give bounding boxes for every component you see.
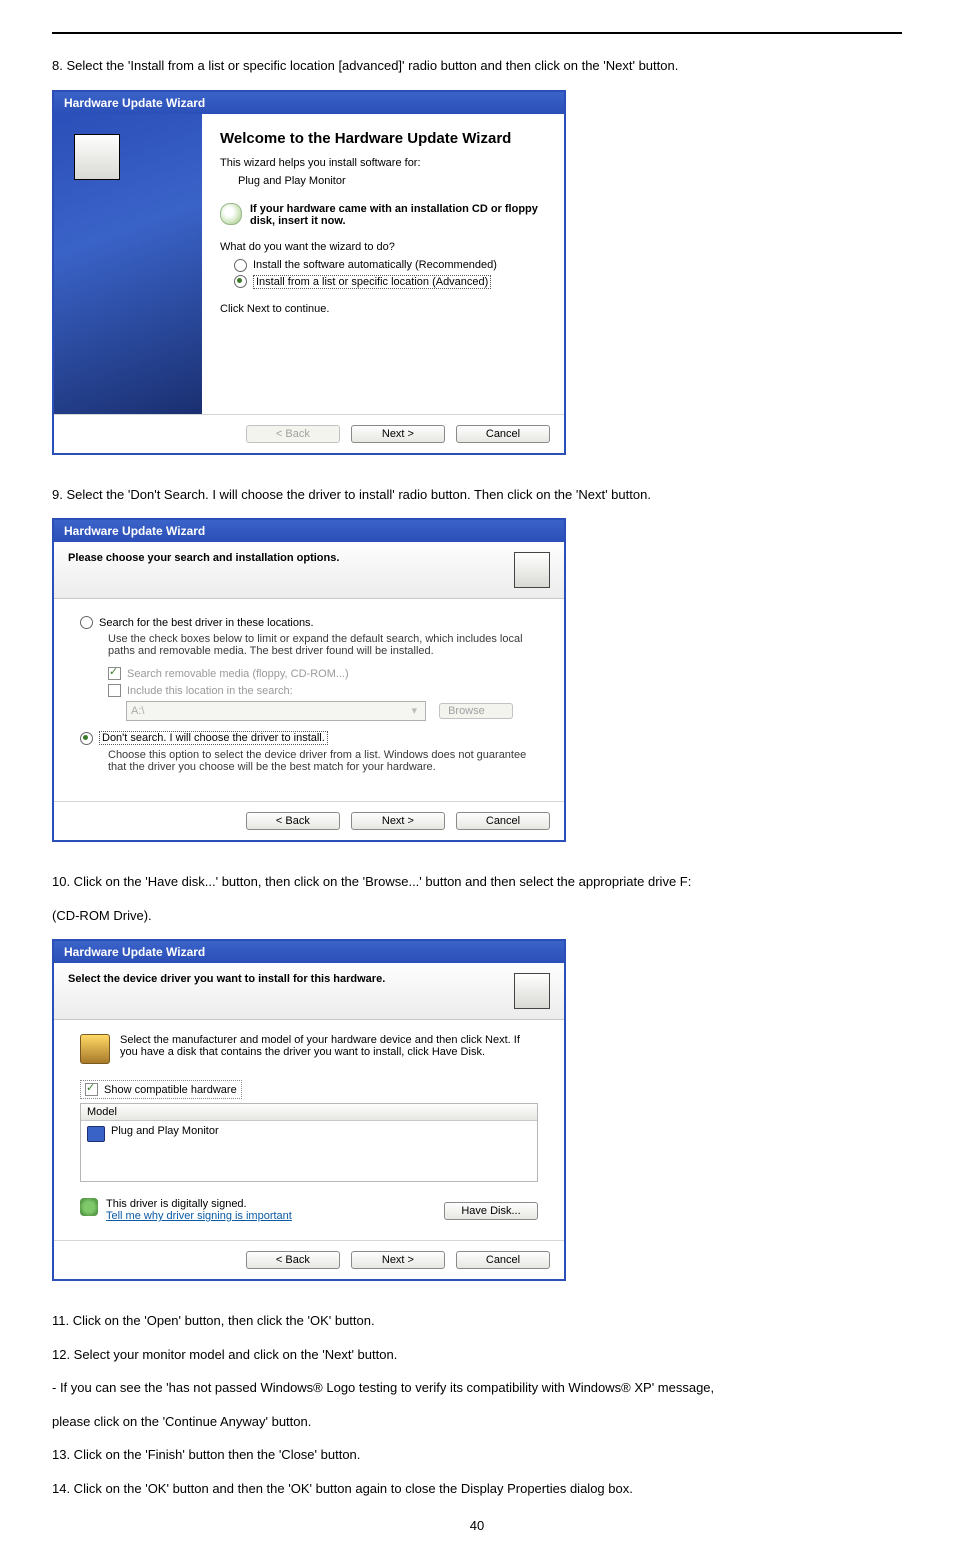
radio-search-best[interactable]: Search for the best driver in these loca… bbox=[80, 616, 538, 629]
hardware-wizard-dialog-2: Hardware Update Wizard Please choose you… bbox=[52, 518, 566, 842]
next-button[interactable]: Next > bbox=[351, 425, 445, 443]
have-disk-button[interactable]: Have Disk... bbox=[444, 1202, 538, 1220]
model-list: Model Plug and Play Monitor bbox=[80, 1103, 538, 1182]
back-button[interactable]: < Back bbox=[246, 812, 340, 830]
wizard-heading: Welcome to the Hardware Update Wizard bbox=[220, 130, 546, 147]
step-13: 13. Click on the 'Finish' button then th… bbox=[52, 1445, 902, 1465]
next-button[interactable]: Next > bbox=[351, 812, 445, 830]
step-11: 11. Click on the 'Open' button, then cli… bbox=[52, 1311, 902, 1331]
wizard-note: If your hardware came with an installati… bbox=[250, 203, 546, 227]
cancel-button[interactable]: Cancel bbox=[456, 425, 550, 443]
wizard-line-1: This wizard helps you install software f… bbox=[220, 157, 546, 169]
wizard-device-name: Plug and Play Monitor bbox=[220, 175, 546, 187]
top-rule bbox=[52, 32, 902, 34]
wizard-icon bbox=[514, 552, 550, 588]
hardware-icon bbox=[80, 1034, 110, 1064]
hardware-wizard-dialog-3: Hardware Update Wizard Select the device… bbox=[52, 939, 566, 1281]
driver-signed-text: This driver is digitally signed. bbox=[106, 1198, 292, 1210]
step-12: 12. Select your monitor model and click … bbox=[52, 1345, 902, 1365]
model-column-header: Model bbox=[81, 1104, 537, 1121]
step-14: 14. Click on the 'OK' button and then th… bbox=[52, 1479, 902, 1499]
browse-button: Browse bbox=[439, 703, 513, 719]
back-button: < Back bbox=[246, 425, 340, 443]
checkbox-removable-label: Search removable media (floppy, CD-ROM..… bbox=[127, 668, 349, 680]
radio-dont-search[interactable]: Don't search. I will choose the driver t… bbox=[80, 731, 538, 745]
model-list-item-label: Plug and Play Monitor bbox=[111, 1125, 219, 1137]
wizard-icon bbox=[74, 134, 120, 180]
radio-list-location-label: Install from a list or specific location… bbox=[253, 275, 491, 289]
step-10a: 10. Click on the 'Have disk...' button, … bbox=[52, 872, 902, 892]
search-best-help: Use the check boxes below to limit or ex… bbox=[108, 633, 538, 657]
radio-on-icon bbox=[80, 732, 93, 745]
wizard-icon bbox=[514, 973, 550, 1009]
cancel-button[interactable]: Cancel bbox=[456, 1251, 550, 1269]
monitor-icon bbox=[87, 1126, 105, 1142]
dialog3-instruction: Select the manufacturer and model of you… bbox=[120, 1034, 538, 1058]
chevron-down-icon: ▾ bbox=[411, 702, 417, 720]
page-number: 40 bbox=[52, 1518, 902, 1533]
radio-list-location[interactable]: Install from a list or specific location… bbox=[220, 275, 546, 289]
dialog-title: Hardware Update Wizard bbox=[54, 520, 564, 542]
dialog2-header: Please choose your search and installati… bbox=[68, 552, 339, 564]
radio-dont-search-label: Don't search. I will choose the driver t… bbox=[99, 731, 328, 745]
radio-off-icon bbox=[80, 616, 93, 629]
dialog-title: Hardware Update Wizard bbox=[54, 92, 564, 114]
step-note-2: please click on the 'Continue Anyway' bu… bbox=[52, 1412, 902, 1432]
wizard-continue-hint: Click Next to continue. bbox=[220, 303, 546, 315]
dont-search-help: Choose this option to select the device … bbox=[108, 749, 538, 773]
dialog-title: Hardware Update Wizard bbox=[54, 941, 564, 963]
checkbox-include-location: Include this location in the search: bbox=[108, 684, 538, 697]
checkbox-show-compatible-label: Show compatible hardware bbox=[104, 1084, 237, 1096]
checkbox-off-icon bbox=[108, 684, 121, 697]
step-10b: (CD-ROM Drive). bbox=[52, 906, 902, 926]
next-button[interactable]: Next > bbox=[351, 1251, 445, 1269]
checkbox-show-compatible[interactable]: Show compatible hardware bbox=[80, 1080, 242, 1099]
certificate-icon bbox=[80, 1198, 98, 1216]
step-9: 9. Select the 'Don't Search. I will choo… bbox=[52, 485, 902, 505]
checkbox-removable: Search removable media (floppy, CD-ROM..… bbox=[108, 667, 538, 680]
location-path-input: A:\▾ bbox=[126, 701, 426, 721]
radio-on-icon bbox=[234, 275, 247, 288]
wizard-question: What do you want the wizard to do? bbox=[220, 241, 546, 253]
step-note: - If you can see the 'has not passed Win… bbox=[52, 1378, 902, 1398]
cancel-button[interactable]: Cancel bbox=[456, 812, 550, 830]
radio-auto-install[interactable]: Install the software automatically (Reco… bbox=[220, 259, 546, 272]
dialog3-header: Select the device driver you want to ins… bbox=[68, 973, 385, 985]
cd-icon bbox=[220, 203, 242, 225]
radio-auto-install-label: Install the software automatically (Reco… bbox=[253, 259, 497, 271]
radio-off-icon bbox=[234, 259, 247, 272]
hardware-wizard-dialog-1: Hardware Update Wizard Welcome to the Ha… bbox=[52, 90, 566, 455]
model-list-item[interactable]: Plug and Play Monitor bbox=[81, 1121, 537, 1181]
radio-search-best-label: Search for the best driver in these loca… bbox=[99, 617, 314, 629]
checkbox-on-icon bbox=[108, 667, 121, 680]
checkbox-on-icon bbox=[85, 1083, 98, 1096]
back-button[interactable]: < Back bbox=[246, 1251, 340, 1269]
step-8: 8. Select the 'Install from a list or sp… bbox=[52, 56, 902, 76]
wizard-sidebar bbox=[54, 114, 202, 414]
signing-info-link[interactable]: Tell me why driver signing is important bbox=[106, 1210, 292, 1222]
checkbox-include-location-label: Include this location in the search: bbox=[127, 685, 293, 697]
